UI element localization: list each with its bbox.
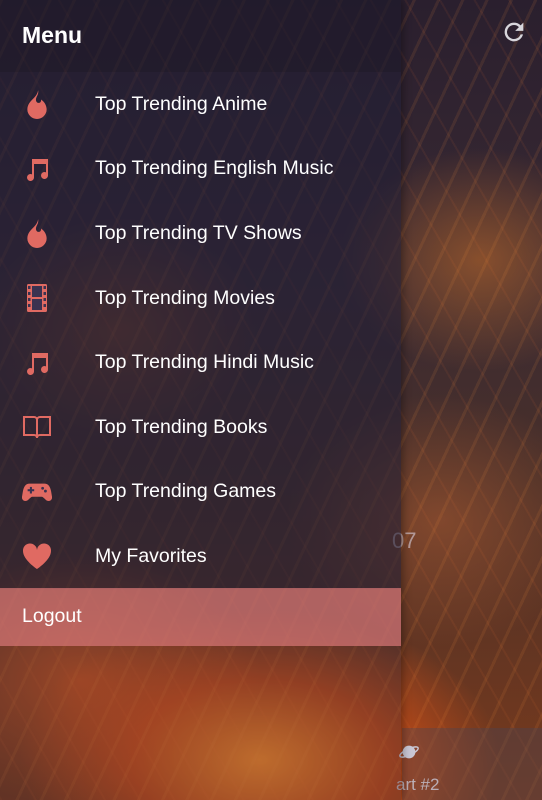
gamepad-icon	[22, 477, 52, 507]
menu-list: Top Trending Anime Top Trending English …	[0, 72, 401, 589]
navigation-drawer: Menu Top Trending Anime Top Trending Eng…	[0, 0, 401, 800]
menu-item-anime[interactable]: Top Trending Anime	[0, 72, 401, 137]
planet-icon[interactable]	[398, 742, 420, 762]
logout-label: Logout	[22, 605, 82, 627]
menu-item-label: Top Trending Hindi Music	[95, 351, 314, 374]
drawer-header: Menu	[0, 0, 401, 72]
menu-item-label: Top Trending Movies	[95, 286, 275, 309]
fire-icon	[22, 89, 52, 120]
film-icon	[22, 283, 52, 313]
music-note-icon	[22, 348, 52, 378]
refresh-icon[interactable]	[500, 18, 528, 46]
book-icon	[22, 412, 52, 442]
menu-item-label: Top Trending Anime	[95, 92, 268, 115]
menu-item-favorites[interactable]: My Favorites	[0, 524, 401, 589]
music-note-icon	[22, 154, 52, 184]
menu-item-label: My Favorites	[95, 544, 207, 567]
logout-button[interactable]: Logout	[0, 588, 401, 646]
menu-item-games[interactable]: Top Trending Games	[0, 459, 401, 525]
tab-label-part[interactable]: art #2	[396, 775, 439, 795]
menu-item-label: Top Trending Books	[95, 415, 268, 438]
menu-item-english-music[interactable]: Top Trending English Music	[0, 136, 401, 202]
menu-item-hindi-music[interactable]: Top Trending Hindi Music	[0, 330, 401, 395]
drawer-title: Menu	[22, 22, 83, 48]
menu-item-label: Top Trending TV Shows	[95, 221, 302, 244]
menu-item-label: Top Trending English Music	[95, 157, 334, 180]
menu-item-movies[interactable]: Top Trending Movies	[0, 265, 401, 331]
heart-icon	[22, 541, 52, 571]
menu-item-books[interactable]: Top Trending Books	[0, 394, 401, 460]
fire-icon	[22, 218, 52, 249]
menu-item-label: Top Trending Games	[95, 480, 277, 503]
menu-item-tv-shows[interactable]: Top Trending TV Shows	[0, 201, 401, 266]
